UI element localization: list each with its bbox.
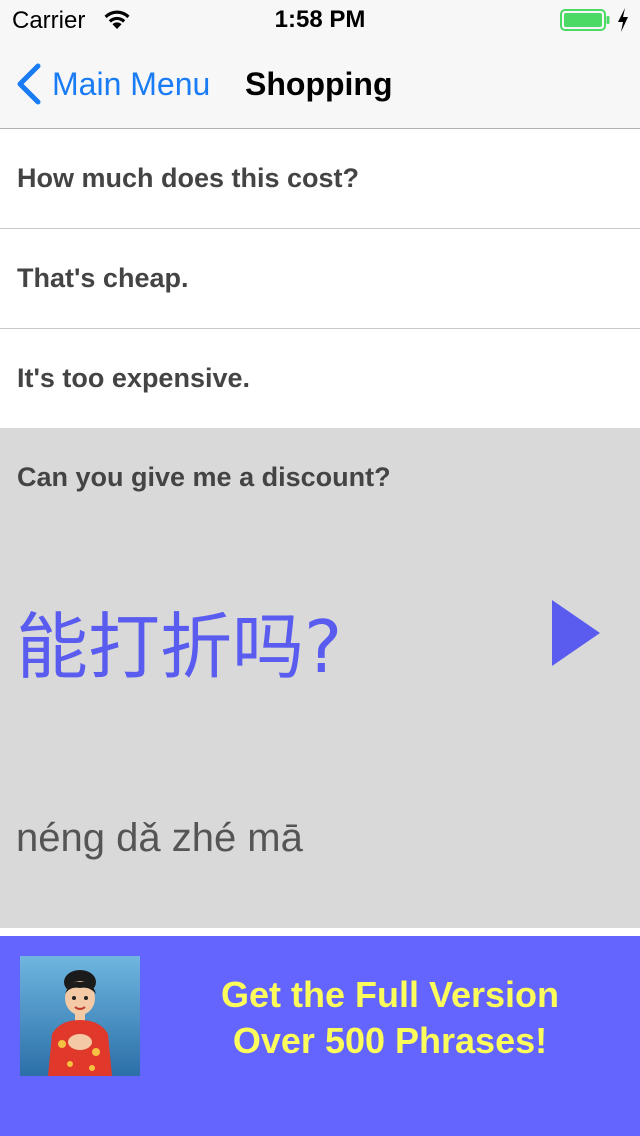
navigation-bar: Main Menu Shopping <box>0 40 640 129</box>
battery-icon <box>560 9 610 31</box>
back-chevron-icon <box>17 63 41 105</box>
phrase-label: That's cheap. <box>17 263 189 293</box>
back-button-label: Main Menu <box>52 65 211 102</box>
selected-phrase-english: Can you give me a discount? <box>17 462 391 492</box>
promo-line-2: Over 500 Phrases! <box>232 1020 548 1061</box>
selected-phrase-panel[interactable]: Can you give me a discount? 能打折吗? néng d… <box>0 428 640 928</box>
page-title: Shopping <box>245 66 393 102</box>
promo-banner[interactable]: Get the Full Version Over 500 Phrases! <box>0 936 640 1136</box>
promo-text: Get the Full Version Over 500 Phrases! <box>170 972 610 1064</box>
phrase-row-expensive[interactable]: It's too expensive. <box>0 329 640 429</box>
phrase-label: It's too expensive. <box>17 363 250 393</box>
phrase-row-cheap[interactable]: That's cheap. <box>0 229 640 329</box>
status-time: 1:58 PM <box>274 6 366 33</box>
charging-icon <box>618 8 628 32</box>
divider <box>0 928 640 936</box>
status-bar: Carrier 1:58 PM <box>0 0 640 40</box>
phrase-label: How much does this cost? <box>17 163 360 193</box>
phrase-row-how-much[interactable]: How much does this cost? <box>0 129 640 229</box>
selected-phrase-pinyin: néng dǎ zhé mā <box>16 816 303 860</box>
promo-line-1: Get the Full Version <box>220 974 560 1015</box>
selected-phrase-chinese: 能打折吗? <box>16 605 343 689</box>
back-button[interactable]: Main Menu <box>14 60 210 108</box>
promo-character-image <box>20 956 140 1076</box>
play-icon[interactable] <box>548 598 602 668</box>
